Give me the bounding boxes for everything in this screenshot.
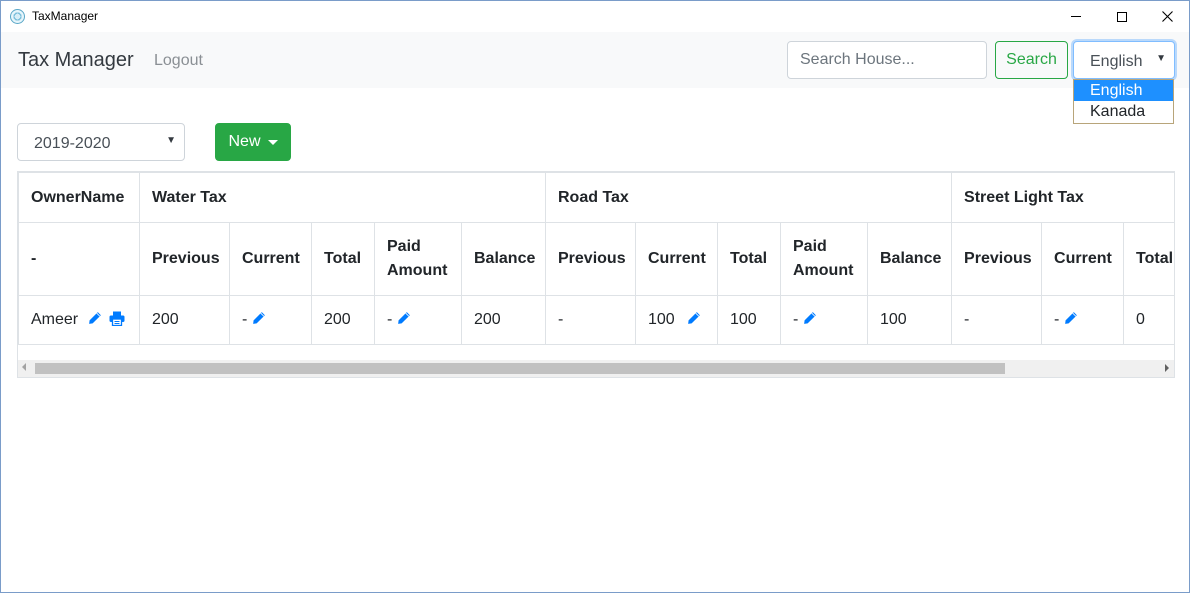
cell-water-paid: -: [374, 295, 462, 345]
app-icon: [10, 9, 25, 24]
subheader-light-total: Total: [1123, 222, 1174, 296]
subheader-road-total: Total: [717, 222, 781, 296]
cell-water-previous: 200: [139, 295, 230, 345]
pencil-icon[interactable]: [1064, 311, 1078, 325]
app-window: TaxManager Tax Manager Logout Search Eng…: [0, 0, 1190, 593]
language-dropdown-list: English Kanada: [1073, 79, 1174, 124]
chevron-down-icon: ▼: [1156, 53, 1166, 64]
cell-road-total: 100: [717, 295, 781, 345]
subheader-water-previous: Previous: [139, 222, 230, 296]
subheader-water-paid-amount: Paid Amount: [374, 222, 462, 296]
table-row: Ameer 200 - 200 - 200 - 100 100 - 100 - …: [18, 295, 1174, 345]
pencil-icon[interactable]: [687, 311, 701, 325]
header-water-tax: Water Tax: [139, 172, 546, 223]
language-select[interactable]: English ▼: [1073, 41, 1175, 79]
cell-water-current: -: [229, 295, 312, 345]
language-option-english[interactable]: English: [1074, 80, 1173, 101]
search-house-input[interactable]: [787, 41, 987, 79]
minimize-icon: [1071, 16, 1081, 17]
subheader-light-current: Current: [1041, 222, 1125, 296]
cell-road-previous: -: [545, 295, 636, 345]
language-selected-value: English: [1090, 53, 1143, 70]
subheader-dash: -: [18, 222, 140, 296]
maximize-button[interactable]: [1099, 1, 1145, 32]
title-bar: TaxManager: [1, 1, 1189, 32]
road-current-value: 100: [648, 311, 675, 328]
subheader-water-balance: Balance: [461, 222, 546, 296]
water-paid-value: -: [387, 311, 393, 328]
year-select[interactable]: 2019-2020 ▼: [17, 123, 185, 161]
subheader-light-previous: Previous: [951, 222, 1043, 296]
road-paid-value: -: [793, 311, 799, 328]
cell-light-previous: -: [951, 295, 1043, 345]
subheader-road-previous: Previous: [545, 222, 636, 296]
tax-table-container: OwnerName Water Tax Road Tax Street Ligh…: [17, 171, 1175, 378]
cell-water-total: 200: [311, 295, 375, 345]
print-icon[interactable]: [109, 311, 125, 326]
caret-down-icon: [267, 139, 278, 145]
maximize-icon: [1117, 11, 1127, 22]
water-current-value: -: [242, 311, 248, 328]
subheader-road-paid-amount: Paid Amount: [780, 222, 868, 296]
table-sub-header-row: - Previous Current Total Paid Amount Bal…: [18, 222, 1174, 296]
search-button[interactable]: Search: [995, 41, 1068, 79]
header-street-light-tax: Street Light Tax: [951, 172, 1174, 223]
light-current-value: -: [1054, 311, 1060, 328]
subheader-water-current: Current: [229, 222, 312, 296]
navbar: Tax Manager Logout Search English ▼: [1, 32, 1189, 88]
subheader-road-current: Current: [635, 222, 718, 296]
pencil-icon[interactable]: [803, 311, 817, 325]
new-button-label: New: [228, 133, 261, 150]
minimize-button[interactable]: [1053, 1, 1099, 32]
cell-road-balance: 100: [866, 295, 953, 345]
table-group-header-row: OwnerName Water Tax Road Tax Street Ligh…: [18, 172, 1174, 223]
horizontal-scrollbar[interactable]: [18, 360, 1174, 377]
pencil-icon[interactable]: [397, 311, 411, 325]
logout-link[interactable]: Logout: [154, 52, 203, 70]
language-option-kanada[interactable]: Kanada: [1074, 101, 1173, 122]
chevron-down-icon: ▼: [166, 135, 176, 146]
scroll-right-icon[interactable]: [1165, 364, 1169, 372]
close-icon: [1161, 11, 1173, 22]
subheader-water-total: Total: [311, 222, 375, 296]
header-owner-name: OwnerName: [18, 172, 140, 223]
cell-water-balance: 200: [461, 295, 546, 345]
subheader-road-balance: Balance: [866, 222, 953, 296]
header-road-tax: Road Tax: [544, 172, 953, 223]
pencil-icon[interactable]: [252, 311, 266, 325]
tax-table: OwnerName Water Tax Road Tax Street Ligh…: [18, 172, 1174, 345]
brand-title[interactable]: Tax Manager: [18, 49, 134, 72]
cell-road-paid: -: [780, 295, 868, 345]
year-selected-value: 2019-2020: [34, 135, 111, 152]
cell-light-total: 0: [1123, 295, 1174, 345]
pencil-icon[interactable]: [88, 311, 102, 325]
new-dropdown-button[interactable]: New: [215, 123, 291, 161]
close-button[interactable]: [1144, 1, 1189, 32]
scroll-left-icon[interactable]: [22, 363, 26, 371]
scrollbar-thumb[interactable]: [35, 363, 1005, 374]
cell-road-current: 100: [635, 295, 718, 345]
cell-light-current: -: [1041, 295, 1125, 345]
cell-owner: Ameer: [18, 295, 140, 345]
window-title: TaxManager: [32, 9, 99, 23]
owner-name: Ameer: [31, 311, 79, 328]
